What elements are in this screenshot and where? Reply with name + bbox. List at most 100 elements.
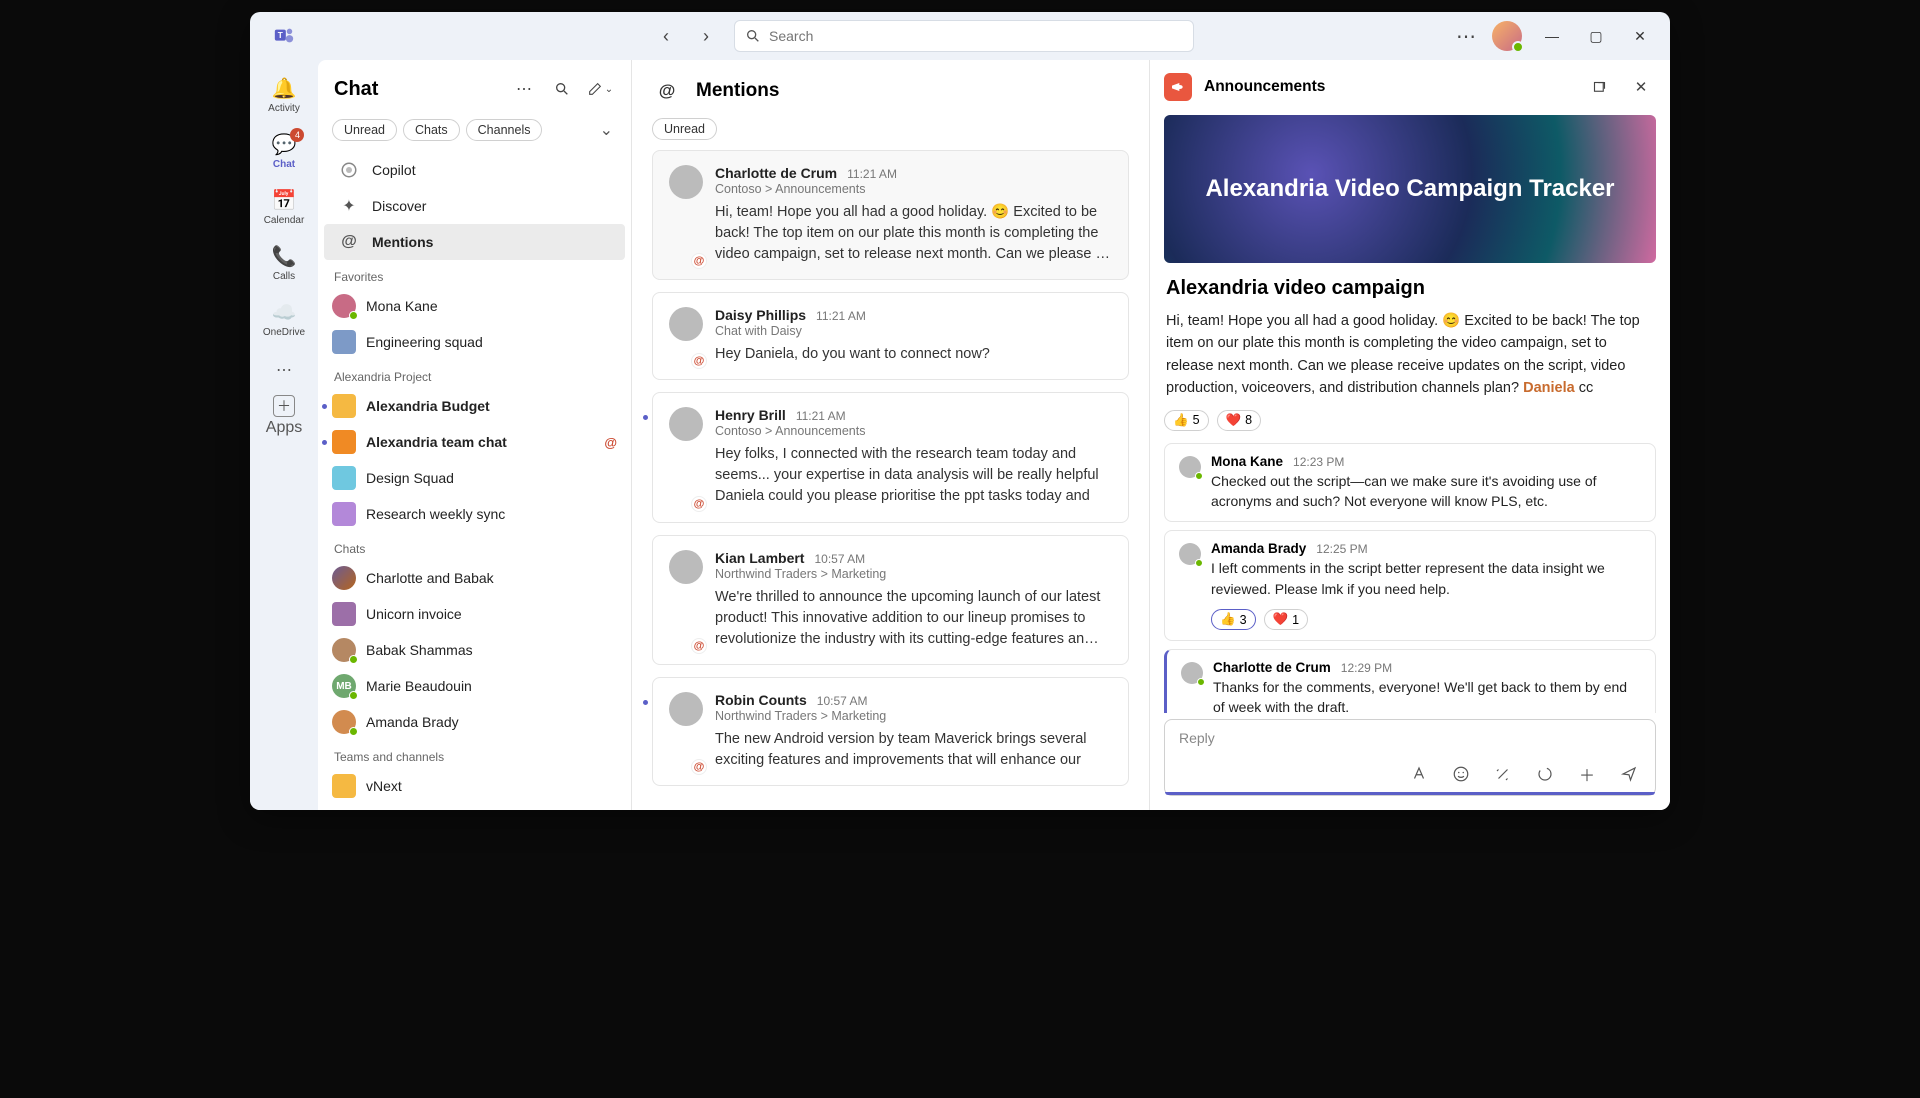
chat-list-item[interactable]: MBMarie Beaudouin: [318, 668, 631, 704]
chat-list-item[interactable]: Charlotte and Babak: [318, 560, 631, 596]
chat-badge: 4: [290, 128, 304, 142]
group-label[interactable]: Teams and channels: [318, 740, 631, 768]
cloud-icon: ☁️: [272, 300, 297, 325]
chat-item-label: vNext: [366, 778, 617, 794]
avatar: [1179, 543, 1201, 565]
at-badge-icon: @: [691, 253, 707, 269]
reply-item[interactable]: Charlotte de Crum12:29 PM Thanks for the…: [1164, 649, 1656, 713]
avatar: [669, 550, 703, 584]
avatar: [332, 638, 356, 662]
reaction-emoji: 👍: [1220, 612, 1236, 627]
mention-card[interactable]: @ Daisy Phillips11:21 AM Chat with Daisy…: [652, 292, 1129, 380]
reply-item[interactable]: Amanda Brady12:25 PM I left comments in …: [1164, 530, 1656, 641]
chat-list-item[interactable]: Alexandria Budget: [318, 804, 631, 810]
section-label: Mentions: [372, 234, 433, 250]
attach-button[interactable]: ＋: [1575, 762, 1599, 786]
mention-link[interactable]: Daniela: [1523, 380, 1575, 396]
avatar: [332, 566, 356, 590]
reaction-pill[interactable]: ❤️8: [1217, 410, 1262, 431]
reaction-pill[interactable]: 👍5: [1164, 410, 1209, 431]
filter-chip-chats[interactable]: Chats: [403, 119, 460, 141]
chat-list-item[interactable]: Mona Kane: [318, 288, 631, 324]
presence-icon: [349, 655, 358, 664]
section-copilot[interactable]: Copilot: [324, 152, 625, 188]
app-window: T ‹ › ⋯ — ▢ ✕ 🔔 Activity 💬4 Chat: [250, 12, 1670, 810]
mention-card[interactable]: @ Robin Counts10:57 AM Northwind Traders…: [652, 677, 1129, 786]
search-input[interactable]: [769, 28, 1183, 44]
search-icon: [745, 28, 761, 44]
minimize-button[interactable]: —: [1530, 20, 1574, 52]
mentions-unread-chip[interactable]: Unread: [652, 118, 717, 140]
reply-item[interactable]: Mona Kane12:23 PM Checked out the script…: [1164, 443, 1656, 523]
chat-list-item[interactable]: Engineering squad: [318, 324, 631, 360]
format-button[interactable]: [1407, 762, 1431, 786]
filter-chip-channels[interactable]: Channels: [466, 119, 543, 141]
ai-button[interactable]: [1491, 762, 1515, 786]
reaction-pill[interactable]: ❤️1: [1264, 609, 1309, 630]
mentions-title: Mentions: [696, 80, 779, 102]
reply-compose[interactable]: Reply ＋: [1164, 719, 1656, 796]
chat-icon: 💬4: [272, 132, 297, 157]
chat-list-item[interactable]: Amanda Brady: [318, 704, 631, 740]
section-mentions[interactable]: @ Mentions: [324, 224, 625, 260]
reply-author: Amanda Brady: [1211, 541, 1306, 556]
rail-activity[interactable]: 🔔 Activity: [256, 68, 312, 122]
message-preview: Hey Daniela, do you want to connect now?: [715, 344, 1112, 365]
me-avatar[interactable]: [1492, 21, 1522, 51]
rail-onedrive[interactable]: ☁️ OneDrive: [256, 292, 312, 346]
post-body: Hi, team! Hope you all had a good holida…: [1164, 310, 1656, 400]
group-label[interactable]: Favorites: [318, 260, 631, 288]
reaction-pill[interactable]: 👍3: [1211, 609, 1256, 630]
avatar: MB: [332, 674, 356, 698]
loop-button[interactable]: [1533, 762, 1557, 786]
announcement-banner: Alexandria Video Campaign Tracker: [1164, 115, 1656, 263]
timestamp: 10:57 AM: [817, 694, 868, 708]
chat-item-label: Research weekly sync: [366, 506, 617, 522]
rail-calendar[interactable]: 📅 Calendar: [256, 180, 312, 234]
close-button[interactable]: ✕: [1618, 20, 1662, 52]
chat-item-label: Unicorn invoice: [366, 606, 617, 622]
at-badge-icon: @: [691, 496, 707, 512]
chat-list-item[interactable]: Design Squad: [318, 460, 631, 496]
rail-more[interactable]: ⋯: [256, 348, 312, 392]
rail-chat[interactable]: 💬4 Chat: [256, 124, 312, 178]
chat-list-item[interactable]: Babak Shammas: [318, 632, 631, 668]
reaction-emoji: 👍: [1173, 413, 1189, 428]
chat-item-label: Engineering squad: [366, 334, 617, 350]
chat-list-item[interactable]: vNext: [318, 768, 631, 804]
emoji-icon: [1452, 765, 1470, 783]
popout-button[interactable]: [1584, 72, 1614, 102]
send-button[interactable]: [1617, 762, 1641, 786]
section-label: Discover: [372, 198, 426, 214]
chat-list-item[interactable]: Alexandria team chat@: [318, 424, 631, 460]
new-chat-button[interactable]: ⌄: [585, 74, 615, 104]
search-box[interactable]: [734, 20, 1194, 52]
group-label[interactable]: Alexandria Project: [318, 360, 631, 388]
maximize-button[interactable]: ▢: [1574, 20, 1618, 52]
avatar: [332, 710, 356, 734]
chat-list-filter-button[interactable]: [547, 74, 577, 104]
emoji-button[interactable]: [1449, 762, 1473, 786]
close-panel-button[interactable]: ✕: [1626, 72, 1656, 102]
rail-calls[interactable]: 📞 Calls: [256, 236, 312, 290]
filter-chip-unread[interactable]: Unread: [332, 119, 397, 141]
chat-list-more-button[interactable]: ⋯: [509, 74, 539, 104]
chat-list-item[interactable]: Research weekly sync: [318, 496, 631, 532]
mention-card[interactable]: @ Kian Lambert10:57 AM Northwind Traders…: [652, 535, 1129, 665]
nav-back-button[interactable]: ‹: [650, 20, 682, 52]
mention-card[interactable]: @ Charlotte de Crum11:21 AM Contoso > An…: [652, 150, 1129, 280]
chat-list-item[interactable]: Alexandria Budget: [318, 388, 631, 424]
reaction-count: 5: [1193, 413, 1200, 427]
at-indicator-icon: @: [604, 435, 617, 450]
group-label[interactable]: Chats: [318, 532, 631, 560]
rail-apps[interactable]: ＋ Apps: [256, 394, 312, 438]
collapse-filters-button[interactable]: ⌄: [596, 116, 617, 144]
more-options-button[interactable]: ⋯: [1448, 18, 1484, 54]
timestamp: 10:57 AM: [814, 552, 865, 566]
nav-forward-button[interactable]: ›: [690, 20, 722, 52]
chat-list-item[interactable]: Unicorn invoice: [318, 596, 631, 632]
mention-card[interactable]: @ Henry Brill11:21 AM Contoso > Announce…: [652, 392, 1129, 523]
timestamp: 11:21 AM: [816, 309, 866, 323]
section-discover[interactable]: ✦ Discover: [324, 188, 625, 224]
text-format-icon: [1410, 765, 1428, 783]
